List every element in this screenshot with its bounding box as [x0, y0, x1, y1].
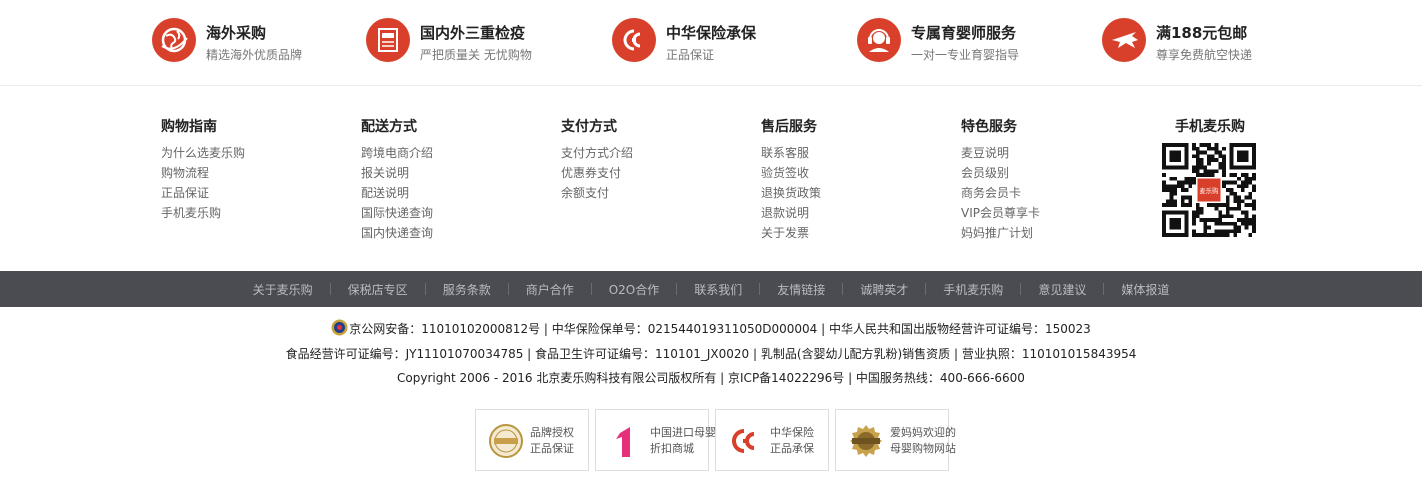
badge-import-mall[interactable]: 中国进口母婴 折扣商城 [595, 409, 716, 471]
nav-separator [1020, 283, 1022, 295]
footer-link[interactable]: 报关说明 [361, 163, 433, 183]
insurance-logo-icon [612, 18, 656, 62]
badge-line2: 母婴购物网站 [890, 442, 956, 455]
footer-link[interactable]: 会员级别 [961, 163, 1040, 183]
nav-separator [507, 283, 509, 295]
footer-link[interactable]: 退款说明 [761, 203, 821, 223]
footer-link[interactable]: 优惠券支付 [561, 163, 633, 183]
feature-subtitle: 严把质量关 无忧购物 [420, 48, 532, 62]
insurance-logo-icon [732, 429, 755, 453]
nav-separator [590, 283, 592, 295]
nav-separator [842, 283, 844, 295]
license-text-1: 京公网安备：11010102000812号 | 中华保险保单号：02154401… [349, 322, 1091, 336]
brand-seal-icon [489, 424, 523, 458]
police-badge-icon [331, 319, 348, 336]
headset-icon [857, 18, 901, 62]
nav-separator [925, 283, 927, 295]
document-icon [366, 18, 410, 62]
footer-link[interactable]: 手机麦乐购 [161, 203, 245, 223]
feature-subtitle: 精选海外优质品牌 [206, 48, 303, 62]
badge-line1: 中华保险 [770, 426, 814, 439]
nav-link[interactable]: 联系我们 [694, 281, 742, 298]
feature-title: 国内外三重检疫 [420, 24, 526, 42]
nav-link[interactable]: 意见建议 [1038, 281, 1086, 298]
column-shopping-guide: 购物指南 为什么选麦乐购 购物流程 正品保证 手机麦乐购 [161, 118, 245, 223]
feature-subtitle: 一对一专业育婴指导 [911, 48, 1020, 62]
footer-link[interactable]: 商务会员卡 [961, 183, 1040, 203]
license-line: 京公网安备：11010102000812号 | 中华保险保单号：02154401… [0, 319, 1422, 337]
globe-icon [152, 18, 196, 62]
badge-line2: 正品保证 [530, 442, 574, 455]
nav-link[interactable]: 友情链接 [777, 281, 825, 298]
footer-link[interactable]: 购物流程 [161, 163, 245, 183]
badge-brand-authorized[interactable]: 品牌授权 正品保证 [475, 409, 589, 471]
footer-link[interactable]: 配送说明 [361, 183, 433, 203]
footer-link[interactable]: 跨境电商介绍 [361, 143, 433, 163]
footer-link[interactable]: 妈妈推广计划 [961, 223, 1040, 243]
badge-mom-favorite[interactable]: 爱妈妈欢迎的 母婴购物网站 [835, 409, 956, 471]
footer-link[interactable]: 余额支付 [561, 183, 633, 203]
mobile-app-block: 手机麦乐购 麦乐购 [1162, 118, 1258, 237]
column-heading: 配送方式 [361, 119, 417, 135]
nav-link[interactable]: 诚聘英才 [860, 281, 908, 298]
footer-link[interactable]: 关于发票 [761, 223, 821, 243]
service-features: 海外采购 精选海外优质品牌 国内外三重检疫 严把质量关 无忧购物 中华保险承保 … [0, 0, 1422, 86]
airplane-icon [1102, 18, 1146, 62]
nav-separator [676, 283, 678, 295]
footer-link[interactable]: VIP会员尊享卡 [961, 203, 1040, 223]
column-delivery: 配送方式 跨境电商介绍 报关说明 配送说明 国际快递查询 国内快递查询 [361, 118, 433, 243]
footer-link[interactable]: 联系客服 [761, 143, 821, 163]
column-heading: 特色服务 [961, 119, 1017, 135]
feature-title: 满188元包邮 [1156, 24, 1248, 42]
column-heading: 手机麦乐购 [1175, 119, 1245, 135]
column-after-sales: 售后服务 联系客服 验货签收 退换货政策 退款说明 关于发票 [761, 118, 821, 243]
badge-line1: 品牌授权 [530, 426, 574, 439]
footer-link[interactable]: 验货签收 [761, 163, 821, 183]
feature-title: 海外采购 [206, 24, 267, 42]
footer-link[interactable]: 退换货政策 [761, 183, 821, 203]
footer-link[interactable]: 为什么选麦乐购 [161, 143, 245, 163]
pink-one-icon [616, 427, 630, 457]
column-heading: 售后服务 [761, 119, 817, 135]
column-heading: 支付方式 [561, 119, 617, 135]
footer-link[interactable]: 国际快递查询 [361, 203, 433, 223]
copyright-text: Copyright 2006 - 2016 北京麦乐购科技有限公司版权所有 | … [397, 371, 1025, 385]
feature-subtitle: 尊享免费航空快递 [1156, 48, 1253, 62]
badge-insurance[interactable]: 中华保险 正品承保 [715, 409, 829, 471]
footer-link[interactable]: 麦豆说明 [961, 143, 1040, 163]
nav-separator [424, 283, 426, 295]
feature-title: 中华保险承保 [666, 24, 757, 42]
nav-link[interactable]: 手机麦乐购 [943, 281, 1003, 298]
column-heading: 购物指南 [161, 119, 217, 135]
badge-line2: 折扣商城 [650, 442, 694, 455]
badge-line1: 中国进口母婴 [650, 426, 716, 439]
footer-link[interactable]: 正品保证 [161, 183, 245, 203]
footer-link[interactable]: 国内快递查询 [361, 223, 433, 243]
nav-link[interactable]: 保税店专区 [348, 281, 408, 298]
gold-medal-icon [850, 425, 882, 457]
nav-separator [329, 283, 331, 295]
nav-link[interactable]: 商户合作 [526, 281, 574, 298]
nav-link[interactable]: 媒体报道 [1121, 281, 1169, 298]
footer-link[interactable]: 支付方式介绍 [561, 143, 633, 163]
badge-line1: 爱妈妈欢迎的 [890, 426, 956, 439]
nav-link[interactable]: 服务条款 [443, 281, 491, 298]
qr-center-label: 麦乐购 [1199, 186, 1218, 195]
column-special-services: 特色服务 麦豆说明 会员级别 商务会员卡 VIP会员尊享卡 妈妈推广计划 [961, 118, 1040, 243]
footer-nav-bar: 关于麦乐购 保税店专区 服务条款 商户合作 O2O合作 联系我们 友情链接 诚聘英才 手机麦乐购… [0, 271, 1422, 307]
nav-separator [759, 283, 761, 295]
qr-code-image: 麦乐购 [1162, 143, 1256, 237]
nav-link[interactable]: O2O合作 [609, 281, 660, 298]
nav-separator [1103, 283, 1105, 295]
nav-link[interactable]: 关于麦乐购 [253, 281, 313, 298]
column-payment: 支付方式 支付方式介绍 优惠券支付 余额支付 [561, 118, 633, 203]
feature-subtitle: 正品保证 [666, 48, 715, 62]
badge-line2: 正品承保 [770, 442, 814, 455]
license-text-2: 食品经营许可证编号：JY11101070034785 | 食品卫生许可证编号：1… [285, 347, 1137, 361]
feature-title: 专属育婴师服务 [911, 24, 1017, 42]
